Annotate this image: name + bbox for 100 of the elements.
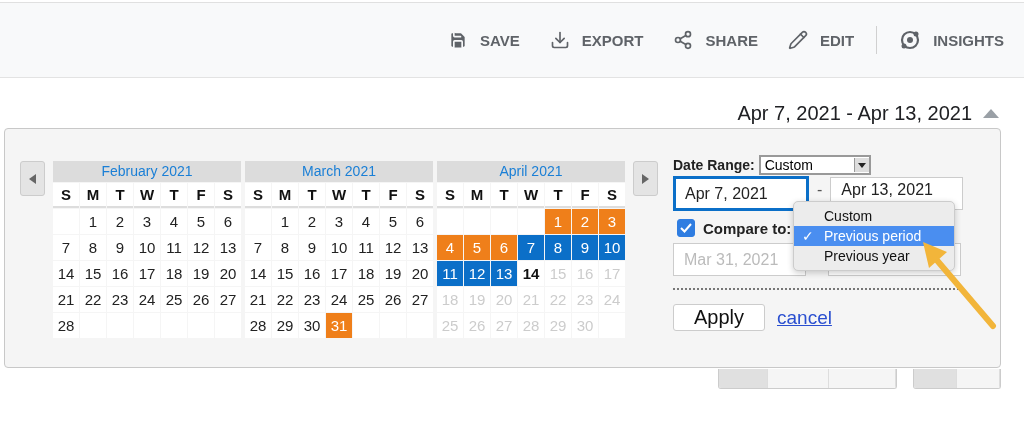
date-separator: -	[817, 184, 823, 196]
cancel-link[interactable]: cancel	[777, 306, 832, 329]
calendar-day[interactable]: 21	[53, 287, 79, 312]
calendar-day[interactable]: 12	[188, 235, 214, 260]
calendar-day[interactable]: 15	[272, 261, 298, 286]
calendar-day[interactable]: 7	[245, 235, 271, 260]
weekday-header: S	[215, 183, 241, 208]
calendar-day[interactable]: 24	[134, 287, 160, 312]
calendar-day[interactable]: 14	[245, 261, 271, 286]
calendar-day[interactable]: 1	[80, 209, 106, 234]
calendar-day[interactable]: 19	[188, 261, 214, 286]
calendar-day[interactable]: 11	[161, 235, 187, 260]
calendar-day[interactable]: 29	[272, 313, 298, 338]
calendar-day[interactable]: 22	[80, 287, 106, 312]
toolbar-button[interactable]: EDIT	[788, 30, 855, 50]
calendar-day[interactable]: 7	[53, 235, 79, 260]
calendar-day[interactable]: 6	[215, 209, 241, 234]
calendar-day[interactable]: 5	[380, 209, 406, 234]
calendar-day[interactable]: 8	[272, 235, 298, 260]
period-button[interactable]	[829, 369, 896, 388]
calendar-day[interactable]: 16	[299, 261, 325, 286]
calendar-day[interactable]: 17	[326, 261, 352, 286]
calendar-day[interactable]: 30	[299, 313, 325, 338]
calendar-day[interactable]: 17	[134, 261, 160, 286]
calendar-day[interactable]: 28	[53, 313, 79, 338]
calendar-day[interactable]: 26	[380, 287, 406, 312]
calendar-day[interactable]: 23	[299, 287, 325, 312]
calendar-day[interactable]: 20	[407, 261, 433, 286]
toolbar-button[interactable]: SAVE	[448, 30, 520, 50]
calendar-day[interactable]: 28	[245, 313, 271, 338]
calendar-day[interactable]: 9	[572, 235, 598, 260]
calendar-day[interactable]: 19	[380, 261, 406, 286]
compare-checkbox[interactable]	[677, 219, 695, 237]
calendar-day[interactable]: 10	[599, 235, 625, 260]
calendar-day[interactable]: 2	[299, 209, 325, 234]
calendar-day[interactable]: 7	[518, 235, 544, 260]
calendar-day[interactable]: 12	[380, 235, 406, 260]
pencil-icon	[788, 30, 808, 50]
calendar-day[interactable]: 2	[107, 209, 133, 234]
month-title: February 2021	[53, 161, 241, 182]
calendar-day[interactable]: 8	[80, 235, 106, 260]
weekday-header: M	[464, 183, 490, 208]
next-month-button[interactable]	[633, 161, 658, 196]
calendar-day[interactable]: 13	[407, 235, 433, 260]
calendar-day[interactable]: 24	[326, 287, 352, 312]
calendar-day[interactable]: 27	[407, 287, 433, 312]
chart-type-button[interactable]	[914, 369, 957, 388]
start-date-field[interactable]: Apr 7, 2021	[673, 176, 809, 211]
chart-type-button[interactable]	[957, 369, 1000, 388]
calendar-day[interactable]: 4	[353, 209, 379, 234]
calendar-day[interactable]: 25	[161, 287, 187, 312]
apply-button[interactable]: Apply	[673, 304, 765, 331]
caret-icon[interactable]	[982, 108, 1000, 118]
toolbar-button[interactable]: SHARE	[673, 30, 758, 50]
weekday-header: S	[53, 183, 79, 208]
date-range-label: Date Range:	[673, 157, 755, 173]
calendar-day[interactable]: 20	[215, 261, 241, 286]
calendar-day[interactable]: 11	[353, 235, 379, 260]
calendar-day[interactable]: 13	[215, 235, 241, 260]
calendar-day[interactable]: 11	[437, 261, 463, 286]
calendar-day[interactable]: 23	[107, 287, 133, 312]
calendar-day[interactable]: 3	[134, 209, 160, 234]
previous-month-button[interactable]	[20, 161, 45, 196]
date-range-title[interactable]: Apr 7, 2021 - Apr 13, 2021	[737, 101, 972, 125]
calendar-day[interactable]: 9	[107, 235, 133, 260]
calendar-day[interactable]: 18	[161, 261, 187, 286]
calendar-day[interactable]: 16	[107, 261, 133, 286]
calendar-day[interactable]: 14	[53, 261, 79, 286]
calendar-day[interactable]: 27	[215, 287, 241, 312]
calendar-day[interactable]: 22	[272, 287, 298, 312]
weekday-header: F	[572, 183, 598, 208]
period-button[interactable]	[768, 369, 829, 388]
toolbar-button[interactable]: INSIGHTS	[899, 29, 1004, 51]
calendar-day[interactable]: 1	[272, 209, 298, 234]
period-button[interactable]	[719, 369, 768, 388]
calendar-day[interactable]: 3	[326, 209, 352, 234]
calendar-day[interactable]: 10	[326, 235, 352, 260]
calendar-day[interactable]: 15	[80, 261, 106, 286]
calendar-day[interactable]: 18	[353, 261, 379, 286]
calendar-day[interactable]: 10	[134, 235, 160, 260]
weekday-header: T	[491, 183, 517, 208]
calendar-day[interactable]: 26	[188, 287, 214, 312]
weekday-header: F	[188, 183, 214, 208]
insights-icon	[899, 29, 922, 51]
calendar-day[interactable]: 14	[518, 261, 544, 286]
weekday-header: W	[134, 183, 160, 208]
toolbar-button[interactable]: EXPORT	[549, 30, 644, 50]
calendar-day[interactable]: 4	[161, 209, 187, 234]
calendar-day[interactable]: 25	[353, 287, 379, 312]
date-range-select[interactable]: Custom	[758, 155, 871, 175]
calendar-day[interactable]: 9	[299, 235, 325, 260]
calendar-day[interactable]: 5	[188, 209, 214, 234]
compare-label: Compare to:	[703, 219, 792, 237]
calendar-day[interactable]: 6	[407, 209, 433, 234]
calendar-day[interactable]: 12	[464, 261, 490, 286]
right-triangle-icon	[642, 173, 649, 184]
calendar-day[interactable]: 8	[545, 235, 571, 260]
calendar-day[interactable]: 13	[491, 261, 517, 286]
weekday-header: S	[437, 183, 463, 208]
calendar-day[interactable]: 21	[245, 287, 271, 312]
